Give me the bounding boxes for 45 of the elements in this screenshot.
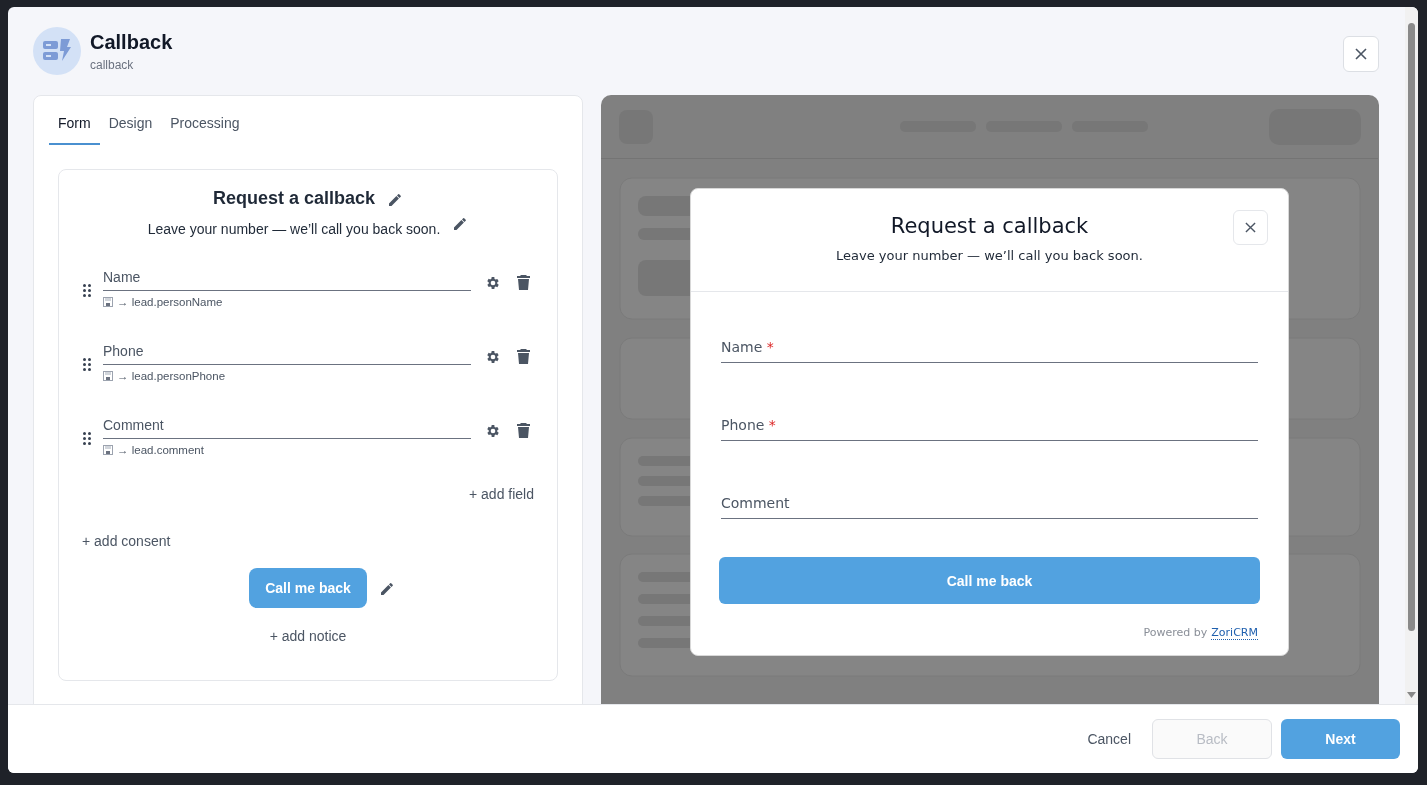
save-icon [103,371,113,381]
trash-icon[interactable] [517,423,530,438]
widget-description: Leave your number — we’ll call you back soon. [836,248,1143,263]
trash-icon[interactable] [517,349,530,364]
field-binding: → lead.comment [117,444,204,456]
cancel-button[interactable]: Cancel [1083,719,1135,759]
settings-icon[interactable] [485,349,501,365]
edit-icon[interactable] [387,191,404,208]
close-button[interactable] [1343,36,1379,72]
field-binding: → lead.personPhone [117,370,226,382]
form-field[interactable]: Comment [721,495,1258,519]
form-description: Leave your number — we’ll call you back soon. [147,221,441,237]
save-icon [103,445,113,455]
close-icon [1355,48,1367,60]
add-consent-link[interactable]: + add consent [82,533,171,549]
drag-handle-icon[interactable] [83,284,91,297]
widget-title: Request a callback [890,214,1089,238]
add-notice-link[interactable]: + add notice [269,628,347,644]
drag-handle-icon[interactable] [83,358,91,371]
powered-by-text: Powered by [1143,626,1208,640]
edit-icon[interactable] [452,216,469,232]
drag-handle-icon[interactable] [83,432,91,445]
field-binding: → lead.personName [117,296,223,308]
form-field[interactable]: Phone * [721,417,1258,441]
tab[interactable]: Form [49,109,100,145]
save-icon [103,297,113,307]
form-title: Request a callback [212,188,376,209]
scrollbar[interactable] [1405,7,1418,704]
settings-icon[interactable] [485,423,501,439]
brand-link[interactable]: ZoriCRM [1211,626,1258,640]
close-button[interactable] [1233,210,1268,245]
form-icon [33,27,81,75]
tab[interactable]: Design [99,109,162,145]
add-field-link[interactable]: + add field [469,486,534,502]
scroll-down-arrow-icon[interactable] [1407,692,1416,698]
edit-icon[interactable] [378,581,395,597]
field-label-input[interactable]: Phone [103,341,471,365]
field-label-input[interactable]: Name [103,267,471,291]
settings-icon[interactable] [485,275,501,291]
field-label-input[interactable]: Comment [103,415,471,439]
dialog-subtitle: callback [90,57,135,72]
tab[interactable]: Processing [161,109,249,145]
close-icon [1245,222,1256,233]
trash-icon[interactable] [517,275,530,290]
dialog-title: Callback [90,30,173,54]
